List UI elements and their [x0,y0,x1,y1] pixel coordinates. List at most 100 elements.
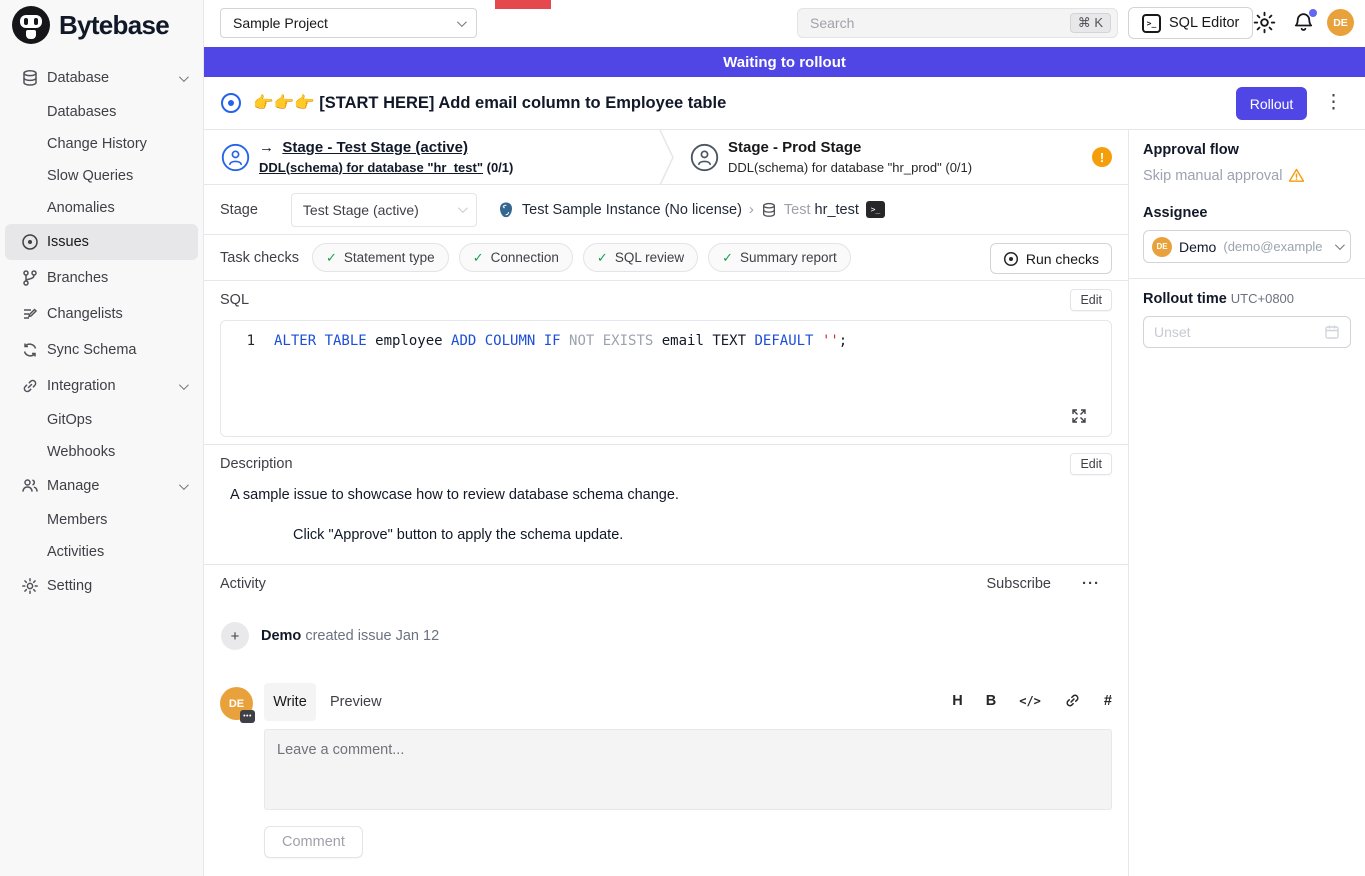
sidebar-item-issues[interactable]: Issues [5,224,198,260]
breadcrumb-separator: › [749,201,754,218]
tab-preview[interactable]: Preview [330,683,382,721]
bytebase-logo[interactable]: Bytebase [0,0,203,50]
link-icon[interactable] [1064,692,1081,709]
sidebar-item-members[interactable]: Members [5,504,198,536]
search-input[interactable] [810,15,1070,31]
project-selector-value: Sample Project [233,15,328,31]
stage-card-prod[interactable]: Stage - Prod Stage DDL(schema) for datab… [690,130,972,185]
chevron-down-icon [457,17,467,27]
notification-bell-icon[interactable] [1292,11,1315,34]
heading-icon[interactable]: H [952,693,962,709]
stage-prod-task: DDL(schema) for database "hr_prod" [728,160,942,175]
assignee-selector[interactable]: DE Demo (demo@example [1143,230,1351,263]
sidebar-item-sync-schema[interactable]: Sync Schema [5,332,198,368]
user-avatar[interactable]: DE [1327,9,1354,36]
subscribe-button[interactable]: Subscribe [987,576,1051,592]
database-icon [20,69,39,87]
sidebar-item-branches[interactable]: Branches [5,260,198,296]
kebab-menu-icon[interactable]: ⋮ [1324,91,1343,116]
rollout-time-placeholder: Unset [1154,324,1191,340]
expand-fullscreen-icon[interactable] [1071,408,1087,424]
check-sql-review[interactable]: ✓SQL review [583,243,698,272]
check-statement-type[interactable]: ✓Statement type [312,243,449,272]
comment-button[interactable]: Comment [264,826,363,858]
tab-write[interactable]: Write [264,683,316,721]
stage-test-task: DDL(schema) for database "hr_test" [259,160,483,175]
sql-edit-button[interactable]: Edit [1070,289,1112,311]
activity-label: Activity [220,576,266,592]
activity-menu-icon[interactable]: ··· [1082,575,1100,592]
stage-label: Stage [220,202,258,218]
bold-icon[interactable]: B [986,693,996,709]
active-stage-arrow: → [259,139,274,156]
sidebar-item-changelists[interactable]: Changelists [5,296,198,332]
comment-textarea[interactable] [264,729,1112,810]
sidebar-item-database[interactable]: Database [5,60,198,96]
sql-label: SQL [220,292,249,308]
sql-editor-button[interactable]: >_ SQL Editor [1128,7,1253,39]
stage-person-icon-active [221,143,250,172]
rollout-timezone: UTC+0800 [1231,291,1294,306]
stage-card-test[interactable]: → Stage - Test Stage (active) DDL(schema… [221,130,513,185]
check-pass-icon: ✓ [722,250,733,266]
issue-status-icon [220,92,242,114]
comment-bubble-icon: ••• [240,710,255,723]
sync-icon [20,341,39,359]
database-breadcrumb: Test Sample Instance (No license) › Test… [497,201,885,219]
stage-alert-icon: ! [1092,147,1112,167]
description-edit-button[interactable]: Edit [1070,453,1112,475]
check-summary-report[interactable]: ✓Summary report [708,243,851,272]
rollout-time-input[interactable]: Unset [1143,316,1351,348]
sql-code-box[interactable]: 1 ALTER TABLE employee ADD COLUMN IF NOT… [220,320,1112,437]
terminal-icon: >_ [1142,14,1161,33]
search-box[interactable]: ⌘ K [797,8,1118,38]
settings-gear-icon[interactable] [1252,10,1277,35]
status-banner: Waiting to rollout [204,47,1365,77]
users-icon [20,477,39,495]
check-pass-icon: ✓ [597,250,608,266]
code-icon[interactable]: </> [1019,694,1041,708]
status-banner-text: Waiting to rollout [723,54,846,71]
stage-selector[interactable]: Test Stage (active) [291,193,477,227]
sidebar-item-slow-queries[interactable]: Slow Queries [5,160,198,192]
red-banner-fragment [495,0,551,9]
sidebar-item-setting[interactable]: Setting [5,568,198,604]
hash-icon[interactable]: # [1104,693,1112,709]
database-link[interactable]: hr_test [815,202,859,218]
instance-link[interactable]: Test Sample Instance (No license) [522,202,742,218]
topbar: Sample Project ⌘ K >_ SQL Editor DE [204,0,1365,47]
rollout-button[interactable]: Rollout [1236,87,1307,120]
sidebar-item-anomalies[interactable]: Anomalies [5,192,198,224]
database-icon [761,202,777,218]
open-sql-editor-icon[interactable]: >_ [866,201,885,218]
notification-dot [1309,9,1317,17]
sql-statement: ALTER TABLE employee ADD COLUMN IF NOT E… [274,333,847,349]
sidebar-item-webhooks[interactable]: Webhooks [5,436,198,468]
check-pass-icon: ✓ [326,250,337,266]
rollout-time-title: Rollout time [1143,291,1227,307]
gear-icon [20,577,39,595]
assignee-name: Demo [1179,239,1216,255]
event-actor: Demo [261,628,301,644]
stage-cards-row: → Stage - Test Stage (active) DDL(schema… [204,130,1128,185]
branch-icon [20,269,39,287]
task-checks-bar: Task checks ✓Statement type ✓Connection … [204,235,1128,281]
run-checks-button[interactable]: Run checks [990,243,1112,274]
sidebar-item-activities[interactable]: Activities [5,536,198,568]
assignee-avatar: DE [1152,237,1172,257]
event-plus-icon: + [221,622,249,650]
event-description: created issue Jan 12 [301,628,439,644]
description-line-2: Click "Approve" button to apply the sche… [293,527,623,543]
project-selector[interactable]: Sample Project [220,8,477,38]
sidebar-item-integration[interactable]: Integration [5,368,198,404]
sidebar-item-manage[interactable]: Manage [5,468,198,504]
sidebar-item-databases[interactable]: Databases [5,96,198,128]
sidebar-item-gitops[interactable]: GitOps [5,404,198,436]
assignee-email: (demo@example [1223,239,1328,254]
check-connection[interactable]: ✓Connection [459,243,573,272]
warning-triangle-icon [1288,167,1305,184]
issue-title: 👉👉👉 [START HERE] Add email column to Emp… [253,94,726,113]
check-pass-icon: ✓ [473,250,484,266]
task-check-pills: ✓Statement type ✓Connection ✓SQL review … [312,243,851,272]
sidebar-item-change-history[interactable]: Change History [5,128,198,160]
